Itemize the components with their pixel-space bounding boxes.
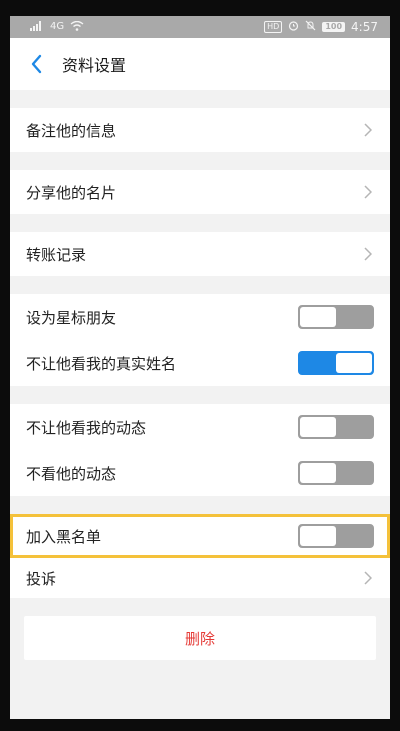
signal-text: 4G: [50, 21, 65, 32]
status-left: 4G: [30, 20, 84, 34]
delete-wrap: 删除: [10, 616, 390, 660]
hide-his-moments-toggle[interactable]: [298, 461, 374, 485]
status-bar: 4G HD 100 4:57: [10, 16, 390, 38]
blacklist-row: 加入黑名单: [10, 514, 390, 558]
back-arrow-icon[interactable]: [24, 52, 48, 76]
star-friend-row: 设为星标朋友: [10, 294, 390, 340]
transfer-record-label: 转账记录: [26, 245, 87, 264]
section-gap: [10, 276, 390, 294]
star-friend-toggle[interactable]: [298, 305, 374, 329]
hd-badge: HD: [264, 21, 283, 33]
hide-my-moments-row: 不让他看我的动态: [10, 404, 390, 450]
toggle-knob: [300, 417, 336, 437]
privacy-group-1: 设为星标朋友 不让他看我的真实姓名: [10, 294, 390, 386]
battery-icon: 100: [322, 22, 346, 32]
section-gap: [10, 214, 390, 232]
remark-label: 备注他的信息: [26, 121, 117, 140]
clock-time: 4:57: [351, 20, 378, 34]
hide-his-moments-label: 不看他的动态: [26, 464, 117, 483]
section-gap: [10, 386, 390, 404]
phone-screen: 4G HD 100 4:57 资料设置 备注他的信息 分享他的名片 转账记录 设…: [10, 16, 390, 719]
page-title: 资料设置: [62, 56, 127, 75]
chevron-right-icon: [362, 247, 374, 261]
section-gap: [10, 496, 390, 514]
toggle-knob: [300, 463, 336, 483]
section-gap: [10, 152, 390, 170]
section-gap: [10, 90, 390, 108]
toggle-knob: [300, 307, 336, 327]
toggle-knob: [300, 526, 336, 546]
status-right: HD 100 4:57: [264, 20, 378, 34]
complain-label: 投诉: [26, 569, 57, 588]
delete-label: 删除: [184, 629, 215, 648]
remark-row[interactable]: 备注他的信息: [10, 108, 390, 152]
share-card-row[interactable]: 分享他的名片: [10, 170, 390, 214]
wifi-icon: [70, 20, 84, 34]
section-gap: [10, 598, 390, 616]
privacy-group-2: 不让他看我的动态 不看他的动态: [10, 404, 390, 496]
hide-real-name-label: 不让他看我的真实姓名: [26, 354, 177, 373]
hide-his-moments-row: 不看他的动态: [10, 450, 390, 496]
star-friend-label: 设为星标朋友: [26, 308, 117, 327]
chevron-right-icon: [362, 571, 374, 585]
delete-button[interactable]: 删除: [24, 616, 376, 660]
nav-bar: 资料设置: [10, 38, 390, 90]
toggle-knob: [336, 353, 372, 373]
signal-icon: [30, 20, 44, 34]
share-card-label: 分享他的名片: [26, 183, 117, 202]
alarm-icon: [288, 20, 299, 34]
blacklist-group: 加入黑名单 投诉: [10, 514, 390, 598]
hide-real-name-toggle[interactable]: [298, 351, 374, 375]
chevron-right-icon: [362, 123, 374, 137]
chevron-right-icon: [362, 185, 374, 199]
hide-real-name-row: 不让他看我的真实姓名: [10, 340, 390, 386]
blacklist-toggle[interactable]: [298, 524, 374, 548]
hide-my-moments-label: 不让他看我的动态: [26, 418, 147, 437]
complain-row[interactable]: 投诉: [10, 558, 390, 598]
hide-my-moments-toggle[interactable]: [298, 415, 374, 439]
transfer-record-row[interactable]: 转账记录: [10, 232, 390, 276]
blacklist-label: 加入黑名单: [26, 527, 102, 546]
mute-icon: [305, 20, 316, 34]
